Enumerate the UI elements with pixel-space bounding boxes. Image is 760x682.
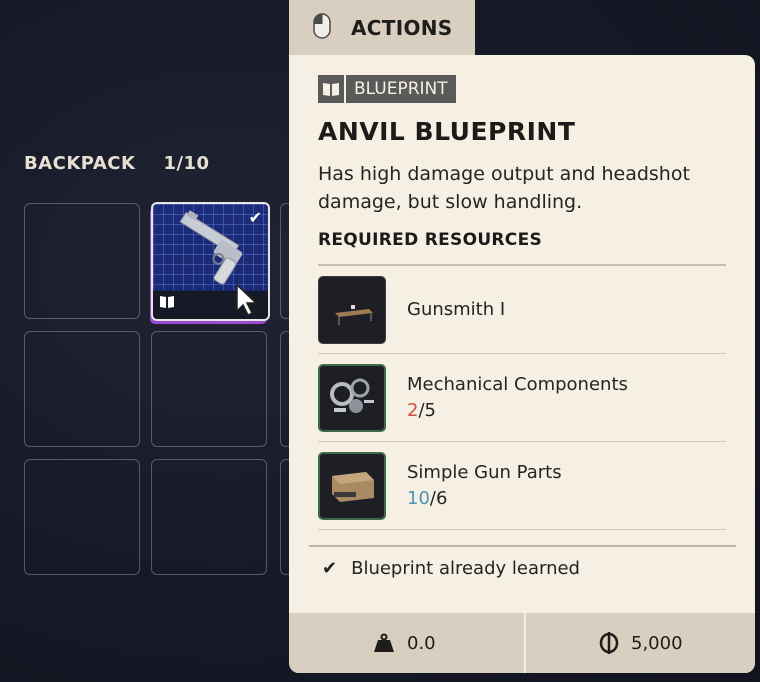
resource-name: Mechanical Components: [407, 374, 628, 395]
required-resources-heading: REQUIRED RESOURCES: [318, 230, 543, 250]
check-icon: ✔: [322, 558, 338, 579]
mouse-cursor-icon: [236, 283, 258, 317]
learned-status: ✔ Blueprint already learned: [322, 558, 580, 579]
tooltip-footer: 0.0 5,000: [289, 613, 755, 673]
mouse-icon: [313, 13, 331, 43]
item-type-tag: BLUEPRINT: [318, 75, 456, 103]
blueprint-book-icon: [159, 295, 175, 313]
resource-row: Mechanical Components 2/5: [318, 354, 726, 442]
inventory-slot-anvil-blueprint[interactable]: ✔: [151, 202, 270, 321]
inventory-slot-empty[interactable]: [24, 459, 140, 575]
value-stat: 5,000: [599, 613, 683, 673]
item-title: ANVIL BLUEPRINT: [318, 117, 576, 146]
backpack-label: BACKPACK 1/10: [24, 153, 210, 174]
value-amount: 5,000: [631, 632, 683, 654]
mechanical-components-icon: [318, 364, 386, 432]
resource-name: Gunsmith I: [407, 299, 506, 320]
divider: [524, 613, 526, 673]
weight-icon: [374, 633, 394, 652]
item-description: Has high damage output and headshot dama…: [318, 163, 690, 213]
item-tooltip: BLUEPRINT ANVIL BLUEPRINT Has high damag…: [289, 55, 755, 673]
learned-check-icon: ✔: [248, 208, 262, 227]
gun-parts-crate-icon: [318, 452, 386, 520]
resource-have: 10: [407, 488, 430, 509]
backpack-count: 1/10: [163, 153, 210, 174]
book-icon: [318, 75, 346, 103]
inventory-slot-empty[interactable]: [151, 331, 267, 447]
resource-have: 2: [407, 400, 419, 421]
weight-value: 0.0: [407, 632, 436, 654]
divider: [309, 545, 736, 547]
actions-label: ACTIONS: [351, 16, 453, 40]
resource-row: Simple Gun Parts 10/6: [318, 442, 726, 530]
resource-name: Simple Gun Parts: [407, 462, 562, 483]
inventory-slot-empty[interactable]: [151, 459, 267, 575]
weight-stat: 0.0: [373, 613, 436, 673]
learned-status-text: Blueprint already learned: [351, 558, 580, 579]
resource-quantity: 2/5: [407, 400, 436, 421]
resource-need: /5: [418, 400, 436, 421]
resource-quantity: 10/6: [407, 488, 447, 509]
currency-icon: [599, 632, 619, 654]
resource-need: /6: [429, 488, 448, 509]
inventory-slot-empty[interactable]: [24, 203, 140, 319]
item-type-label: BLUEPRINT: [354, 79, 448, 99]
inventory-slot-empty[interactable]: [24, 331, 140, 447]
backpack-title: BACKPACK: [24, 153, 136, 174]
resource-row: Gunsmith I: [318, 266, 726, 354]
actions-tab[interactable]: ACTIONS: [289, 0, 475, 56]
workbench-icon: [318, 276, 386, 344]
